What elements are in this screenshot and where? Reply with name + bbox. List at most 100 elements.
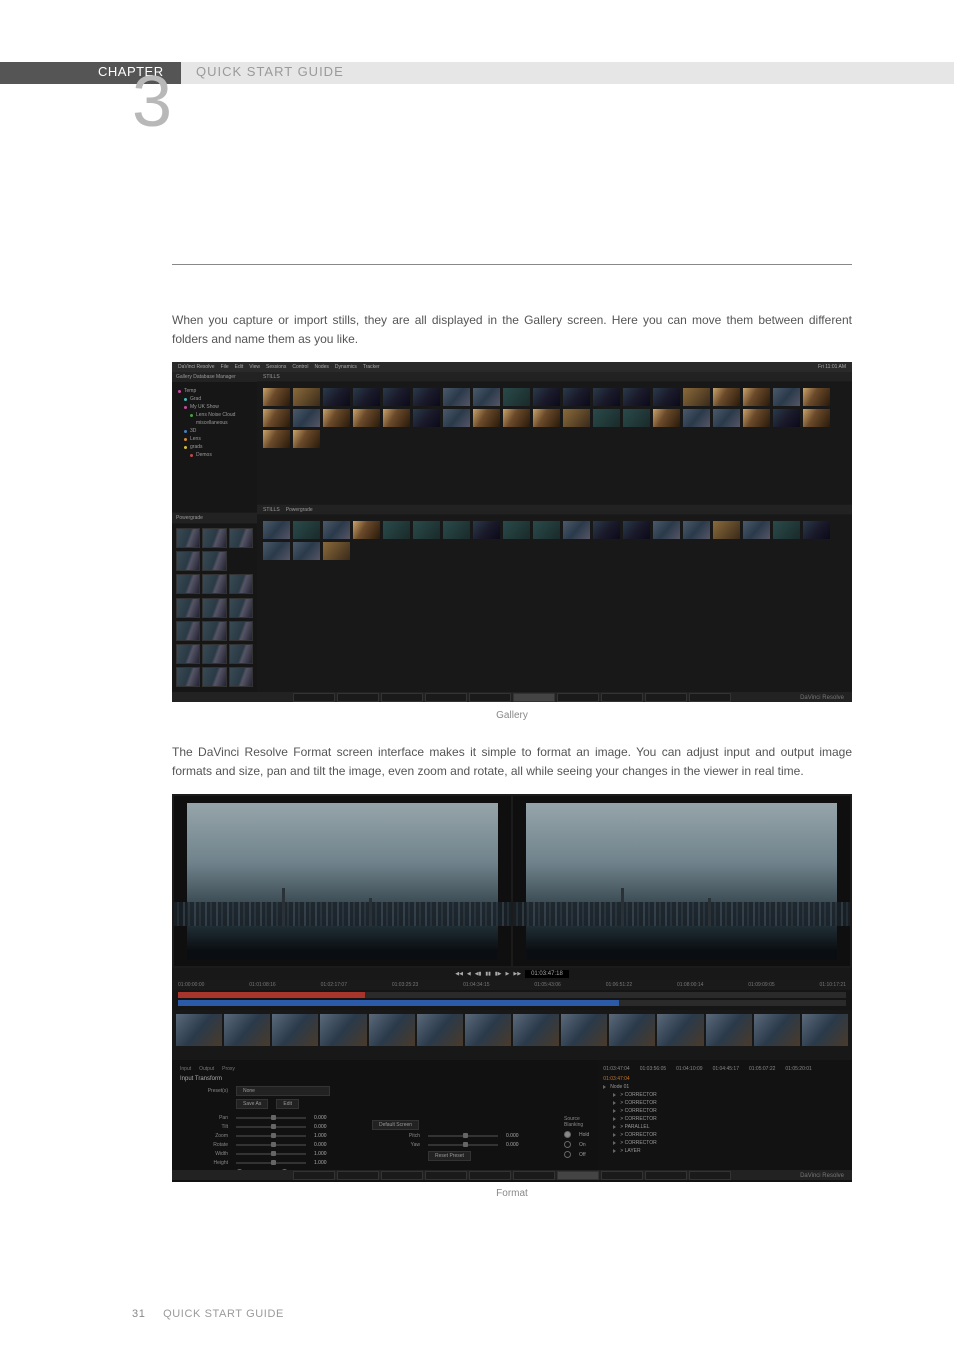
tab-browse[interactable]	[337, 1171, 379, 1180]
width-value: 1.000	[314, 1151, 342, 1157]
format-screenshot: ◀◀◀◀▮▮▮▮▶▶▶▶ 01:03:47:18 01:00:00:0001:0…	[172, 794, 852, 1180]
tree-item[interactable]: Lens Noise Cloud	[196, 412, 235, 418]
tab-viewer[interactable]	[469, 1171, 511, 1180]
source-viewer[interactable]	[174, 796, 511, 966]
input-transform-panel: Input Output Proxy Input Transform Prese…	[172, 1060, 597, 1182]
tab-config[interactable]	[293, 693, 335, 702]
zoom-value: 1.000	[314, 1133, 342, 1139]
tab-format[interactable]	[557, 1171, 599, 1180]
blanking-on[interactable]	[564, 1141, 571, 1148]
content-area: When you capture or import stills, they …	[172, 264, 852, 1221]
folder-tree[interactable]: Temp Grad My UK Show Lens Noise Cloud mi…	[172, 382, 257, 512]
blanking-title: Source Blanking	[564, 1116, 589, 1128]
page-footer: 31 QUICK START GUIDE	[132, 1308, 284, 1320]
page-tabs[interactable]	[172, 1170, 852, 1180]
pitch-value: 0.000	[506, 1133, 534, 1139]
tab-conform[interactable]	[381, 1171, 423, 1180]
yaw-slider[interactable]	[428, 1144, 498, 1146]
menu-control[interactable]: Control	[292, 364, 308, 370]
tree-item[interactable]: grads	[190, 444, 203, 450]
width-label: Width	[180, 1151, 228, 1157]
rotate-value: 0.000	[314, 1142, 342, 1148]
stills-grid-lower[interactable]	[257, 515, 852, 692]
save-as-button[interactable]: Save As	[236, 1099, 268, 1109]
group-tab[interactable]: Powergrade	[172, 513, 257, 523]
pitch-slider[interactable]	[428, 1135, 498, 1137]
tab-config[interactable]	[293, 1171, 335, 1180]
yaw-label: Yaw	[372, 1142, 420, 1148]
height-slider[interactable]	[236, 1162, 306, 1164]
height-value: 1.000	[314, 1160, 342, 1166]
tab-color[interactable]	[425, 693, 467, 702]
tab-gallery[interactable]	[513, 1171, 555, 1180]
tab-powergrade[interactable]: Powergrade	[286, 507, 313, 513]
brand-label: DaVinci Resolve	[800, 1173, 844, 1179]
paragraph-gallery-intro: When you capture or import stills, they …	[172, 311, 852, 348]
gallery-db-title: Gallery Database Manager	[172, 372, 257, 382]
section-title: Input Transform	[180, 1076, 589, 1082]
blanking-hold[interactable]	[564, 1131, 571, 1138]
tree-item[interactable]: 3D	[190, 428, 196, 434]
app-name: DaVinci Resolve	[178, 364, 215, 370]
tab-deck[interactable]	[601, 1171, 643, 1180]
tree-item[interactable]: miscellaneous	[196, 420, 228, 426]
caption-gallery: Gallery	[172, 710, 852, 721]
tab-scene[interactable]	[689, 1171, 731, 1180]
zoom-slider[interactable]	[236, 1135, 306, 1137]
page-tabs[interactable]	[172, 692, 852, 702]
gallery-screenshot: DaVinci Resolve File Edit View Sessions …	[172, 362, 852, 702]
side-thumbs[interactable]	[172, 524, 257, 692]
mini-timeline[interactable]: 01:00:00:0001:01:08:1601:02:17:0701:03:2…	[172, 980, 852, 1010]
stills-grid-upper[interactable]	[257, 382, 852, 504]
edit-button[interactable]: Edit	[276, 1099, 299, 1109]
reset-preset-button[interactable]: Reset Preset	[428, 1151, 471, 1161]
default-screen-button[interactable]: Default Screen	[372, 1120, 419, 1130]
menu-edit[interactable]: Edit	[235, 364, 244, 370]
guide-label: QUICK START GUIDE	[196, 64, 344, 79]
tab-browse[interactable]	[337, 693, 379, 702]
tab-revival[interactable]	[645, 1171, 687, 1180]
tree-item[interactable]: Demos	[196, 452, 212, 458]
tab-stills-upper[interactable]: STILLS	[263, 374, 280, 380]
node-timeline-panel: 01:03:47:04 01:03:56:05 01:04:10:09 01:0…	[597, 1060, 852, 1182]
menu-tracker[interactable]: Tracker	[363, 364, 380, 370]
tree-item[interactable]: Temp	[184, 388, 196, 394]
tab-viewer[interactable]	[469, 693, 511, 702]
menu-sessions[interactable]: Sessions	[266, 364, 286, 370]
blanking-off[interactable]	[564, 1151, 571, 1158]
brand-label: DaVinci Resolve	[800, 695, 844, 701]
filmstrip[interactable]	[172, 1010, 852, 1060]
tab-conform[interactable]	[381, 693, 423, 702]
menu-file[interactable]: File	[221, 364, 229, 370]
menubar: DaVinci Resolve File Edit View Sessions …	[172, 362, 852, 372]
menu-view[interactable]: View	[249, 364, 260, 370]
transport-bar[interactable]: ◀◀◀◀▮▮▮▮▶▶▶▶ 01:03:47:18	[172, 968, 852, 980]
tab-deck[interactable]	[601, 693, 643, 702]
tab-scene[interactable]	[689, 693, 731, 702]
preset-label: Preset(s)	[180, 1088, 228, 1094]
pan-slider[interactable]	[236, 1117, 306, 1119]
tab-gallery[interactable]	[513, 693, 555, 702]
tree-item[interactable]: Grad	[190, 396, 201, 402]
tab-input[interactable]: Input	[180, 1066, 191, 1072]
tab-format[interactable]	[557, 693, 599, 702]
tree-item[interactable]: My UK Show	[190, 404, 219, 410]
tree-item[interactable]: Lens	[190, 436, 201, 442]
yaw-value: 0.000	[506, 1142, 534, 1148]
menu-dynamics[interactable]: Dynamics	[335, 364, 357, 370]
tab-color[interactable]	[425, 1171, 467, 1180]
tab-stills-lower[interactable]: STILLS	[263, 507, 280, 513]
tab-proxy[interactable]: Proxy	[222, 1066, 235, 1072]
chapter-number: 3	[132, 66, 172, 138]
divider	[172, 264, 852, 265]
menu-nodes[interactable]: Nodes	[314, 364, 328, 370]
tab-output[interactable]: Output	[199, 1066, 214, 1072]
tab-revival[interactable]	[645, 693, 687, 702]
paragraph-format-intro: The DaVinci Resolve Format screen interf…	[172, 743, 852, 780]
rotate-slider[interactable]	[236, 1144, 306, 1146]
timecode: 01:03:47:18	[525, 970, 569, 978]
width-slider[interactable]	[236, 1153, 306, 1155]
output-viewer[interactable]	[513, 796, 850, 966]
tilt-slider[interactable]	[236, 1126, 306, 1128]
preset-dropdown[interactable]: None	[236, 1086, 330, 1096]
